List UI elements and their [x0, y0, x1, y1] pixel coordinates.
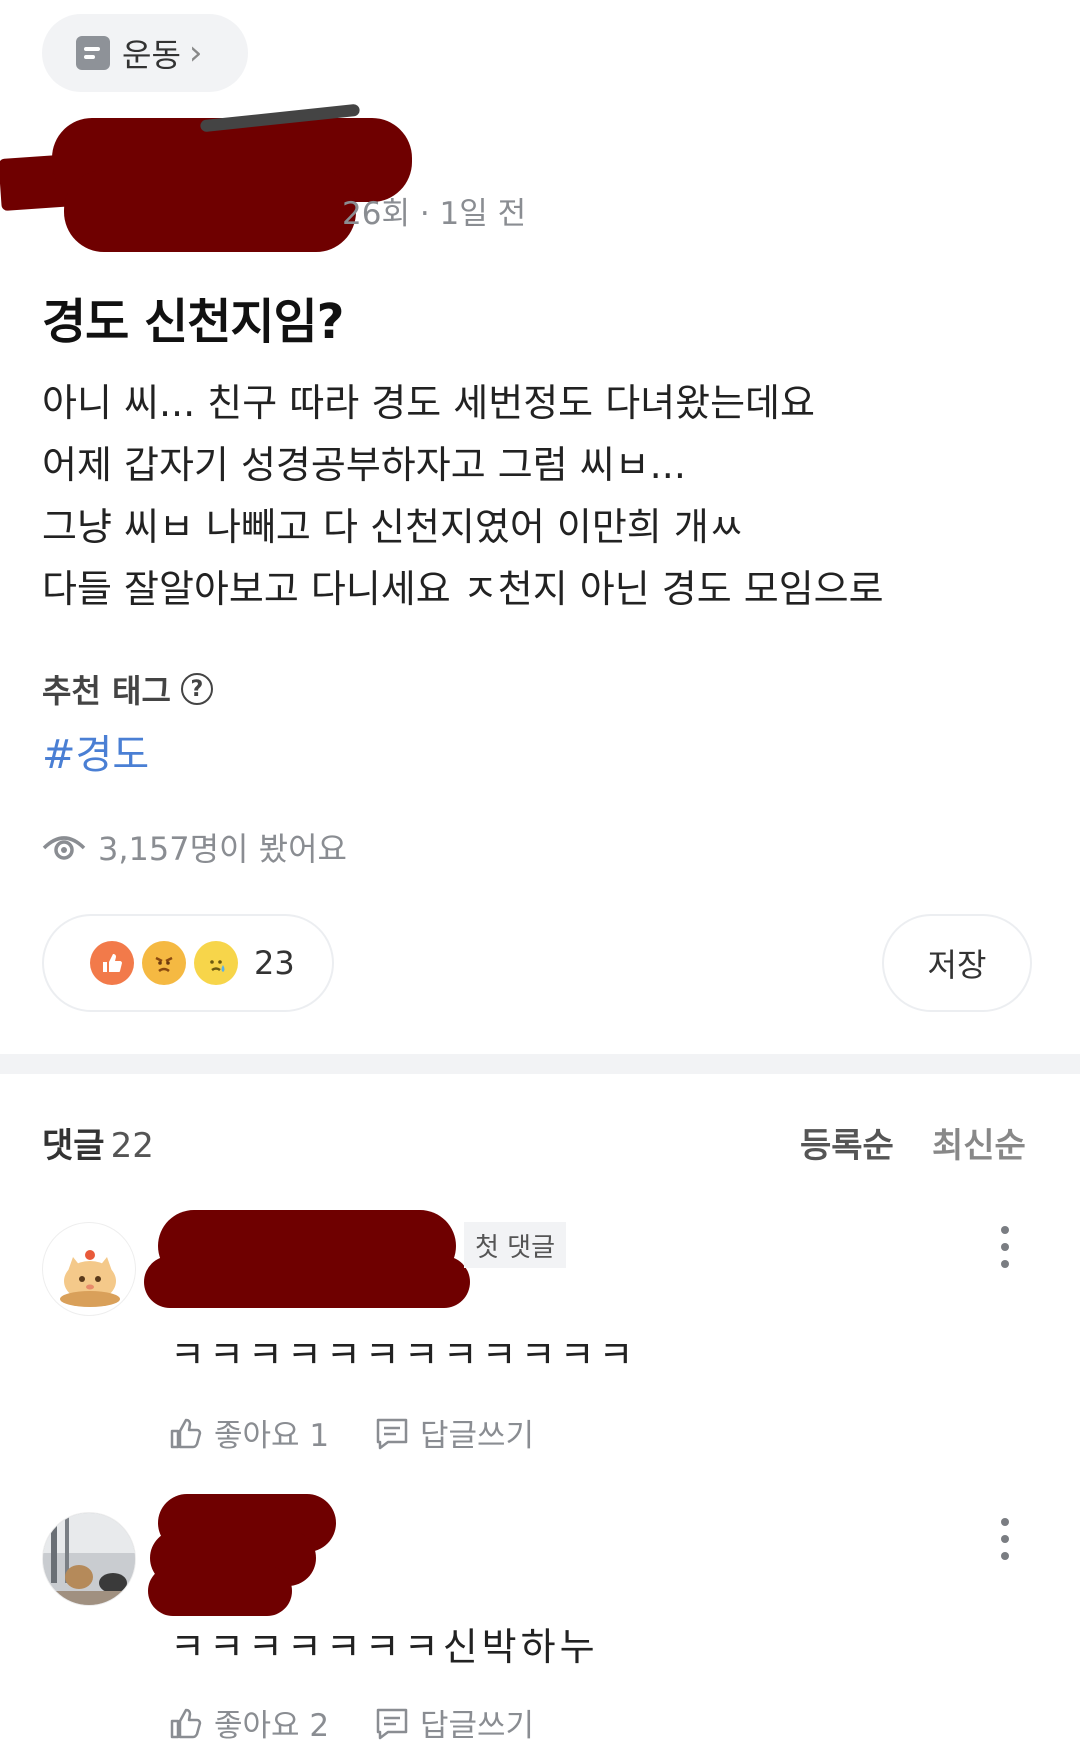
recommended-tags-label: 추천 태그 ? — [42, 666, 213, 712]
comments-count: 22 — [110, 1126, 154, 1166]
comments-label: 댓글 — [42, 1126, 105, 1166]
more-options-icon[interactable] — [1001, 1518, 1011, 1569]
reaction-count: 23 — [254, 944, 295, 982]
reply-icon — [376, 1418, 408, 1449]
sad-emoji-icon — [194, 941, 238, 985]
comment-text: ㅋㅋㅋㅋㅋㅋㅋ신박하누 — [170, 1625, 599, 1669]
hashtag-link[interactable]: #경도 — [42, 722, 149, 780]
reply-label: 답글쓰기 — [420, 1418, 535, 1454]
avatar[interactable] — [42, 1222, 136, 1316]
board-icon — [76, 36, 110, 70]
view-count-text: 3,157명이 봤어요 — [98, 830, 347, 868]
post-title: 경도 신천지임? — [42, 294, 345, 350]
post-body-line: 아니 씨... 친구 따라 경도 세번정도 다녀왔는데요 — [42, 381, 815, 425]
reply-button[interactable]: 답글쓰기 — [374, 1700, 534, 1745]
section-divider — [0, 1054, 1080, 1074]
comments-header: 댓글 22 — [42, 1118, 154, 1167]
reply-button[interactable]: 답글쓰기 — [374, 1410, 534, 1455]
post-body-line: 그냥 씨ㅂ 나빼고 다 신천지였어 이만희 개ㅆ — [42, 505, 744, 549]
photo-avatar-icon — [43, 1513, 135, 1605]
comment-text: ㅋㅋㅋㅋㅋㅋㅋㅋㅋㅋㅋㅋ — [170, 1333, 638, 1377]
author-redaction — [64, 170, 356, 252]
reply-label: 답글쓰기 — [420, 1708, 535, 1744]
post-body-line: 어제 갑자기 성경공부하자고 그럼 씨ㅂ... — [42, 443, 686, 487]
cat-character-icon — [60, 1250, 120, 1307]
thumbs-up-emoji-icon — [90, 941, 134, 985]
angry-emoji-icon — [142, 941, 186, 985]
view-count: 3,157명이 봤어요 — [42, 824, 347, 870]
save-button[interactable]: 저장 — [882, 914, 1032, 1012]
category-label: 운동 — [122, 36, 181, 74]
commenter-name-redaction — [144, 1256, 470, 1308]
like-label: 좋아요 1 — [214, 1418, 330, 1454]
post-meta: 26회 · 1일 전 — [342, 196, 527, 232]
reply-icon — [376, 1708, 408, 1739]
thumbs-up-icon — [170, 1708, 202, 1738]
like-label: 좋아요 2 — [214, 1708, 330, 1744]
avatar[interactable] — [42, 1512, 136, 1606]
post-body-line: 다들 잘알아보고 다니세요 ㅈ천지 아닌 경도 모임으로 — [42, 567, 884, 611]
first-comment-badge: 첫 댓글 — [464, 1222, 566, 1268]
chevron-right-icon: › — [188, 33, 203, 73]
thumbs-up-icon — [170, 1418, 202, 1448]
sort-latest-tab[interactable]: 최신순 — [932, 1118, 1026, 1167]
eye-icon — [42, 836, 86, 860]
reaction-button[interactable]: 23 — [42, 914, 334, 1012]
like-button[interactable]: 좋아요 2 — [168, 1700, 329, 1745]
help-icon[interactable]: ? — [180, 673, 213, 705]
category-chip[interactable]: 운동 › — [42, 14, 248, 92]
sort-registered-tab[interactable]: 등록순 — [800, 1118, 894, 1167]
post-body: 아니 씨... 친구 따라 경도 세번정도 다녀왔는데요 어제 갑자기 성경공부… — [42, 372, 884, 620]
commenter-name-redaction — [148, 1566, 292, 1616]
more-options-icon[interactable] — [1001, 1226, 1011, 1277]
tag-label-text: 추천 태그 — [42, 672, 171, 710]
like-button[interactable]: 좋아요 1 — [168, 1410, 329, 1455]
